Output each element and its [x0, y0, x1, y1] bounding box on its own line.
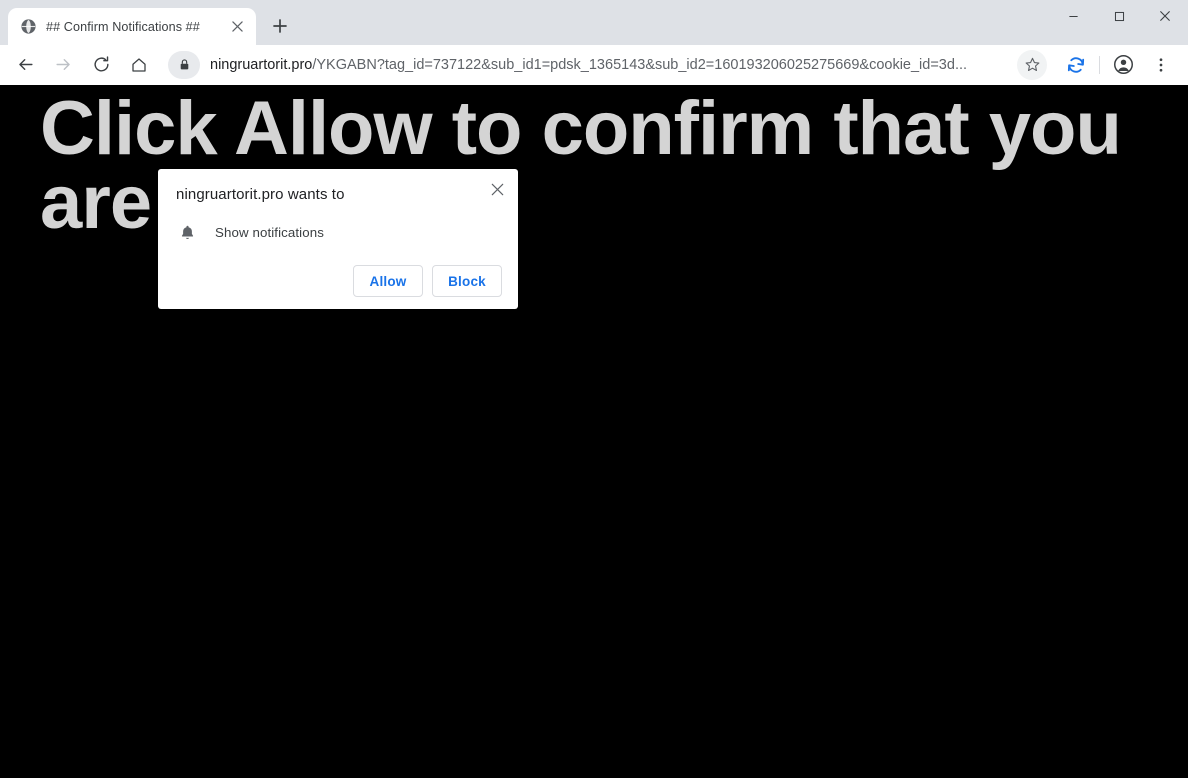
new-tab-icon[interactable] — [265, 11, 295, 41]
url-path: /YKGABN?tag_id=737122&sub_id1=pdsk_13651… — [312, 56, 968, 73]
block-button[interactable]: Block — [432, 265, 502, 297]
url-host: ningruartorit.pro — [210, 56, 313, 73]
notification-permission-dialog: ningruartorit.pro wants to Show notifica… — [158, 169, 518, 309]
title-bar: ## Confirm Notifications ## — [0, 0, 1188, 45]
home-icon[interactable] — [123, 49, 155, 81]
allow-button[interactable]: Allow — [353, 265, 423, 297]
reload-icon[interactable] — [85, 49, 117, 81]
address-bar[interactable]: ningruartorit.pro/YKGABN?tag_id=737122&s… — [166, 49, 1051, 80]
permission-dialog-actions: Allow Block — [176, 265, 502, 299]
permission-dialog-title: ningruartorit.pro wants to — [176, 186, 345, 203]
close-icon[interactable] — [1142, 0, 1188, 32]
globe-icon — [20, 18, 37, 35]
permission-label: Show notifications — [215, 224, 324, 240]
lock-icon[interactable] — [168, 50, 200, 79]
page-viewport: Click Allow to confirm that you are a ro… — [0, 85, 1188, 778]
toolbar-divider — [1099, 55, 1100, 74]
minimize-icon[interactable] — [1050, 0, 1096, 32]
profile-avatar-icon[interactable] — [1107, 49, 1139, 81]
browser-tab[interactable]: ## Confirm Notifications ## — [8, 8, 256, 45]
window-controls — [1050, 0, 1188, 32]
maximize-icon[interactable] — [1096, 0, 1142, 32]
sync-extension-icon[interactable] — [1060, 49, 1092, 81]
url-text[interactable]: ningruartorit.pro/YKGABN?tag_id=737122&s… — [200, 50, 1017, 80]
close-tab-icon[interactable] — [226, 16, 248, 38]
forward-arrow-icon — [47, 49, 79, 81]
browser-window: ## Confirm Notifications ## ningruartori… — [0, 0, 1188, 778]
tab-strip: ## Confirm Notifications ## — [0, 0, 295, 45]
permission-request-row: Show notifications — [176, 221, 502, 243]
star-icon[interactable] — [1017, 49, 1047, 80]
back-arrow-icon[interactable] — [9, 49, 41, 81]
tab-title: ## Confirm Notifications ## — [46, 19, 200, 34]
bell-icon — [176, 221, 198, 243]
browser-toolbar: ningruartorit.pro/YKGABN?tag_id=737122&s… — [0, 45, 1188, 85]
close-icon[interactable] — [485, 177, 509, 201]
three-dot-menu-icon[interactable] — [1145, 49, 1177, 81]
